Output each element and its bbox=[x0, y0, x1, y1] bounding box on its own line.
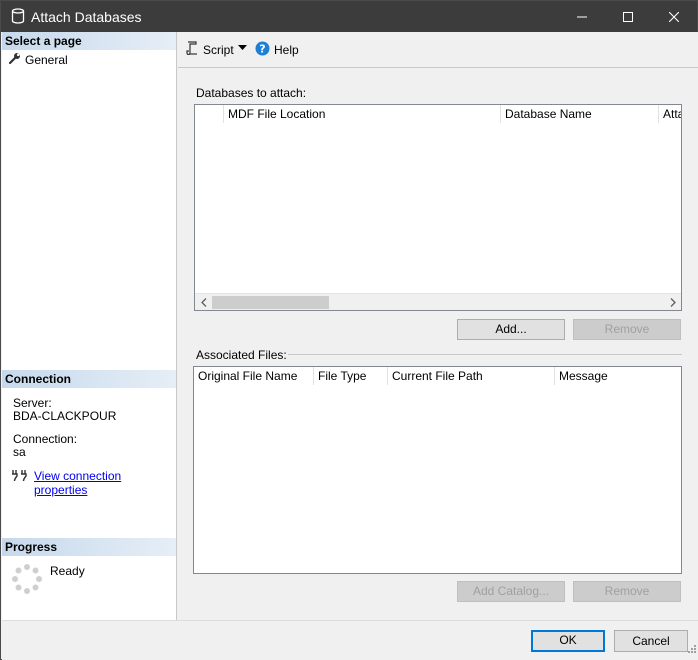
connection-value: sa bbox=[13, 445, 26, 459]
window-title: Attach Databases bbox=[31, 9, 142, 25]
title-bar[interactable]: Attach Databases bbox=[1, 1, 697, 32]
select-page-header: Select a page bbox=[2, 32, 176, 50]
page-item-label: General bbox=[25, 53, 68, 67]
scroll-left-icon[interactable] bbox=[195, 294, 212, 311]
add-database-button[interactable]: Add... bbox=[457, 319, 565, 340]
scroll-thumb[interactable] bbox=[212, 296, 329, 309]
ok-button[interactable]: OK bbox=[531, 630, 605, 652]
chevron-down-icon bbox=[238, 45, 247, 50]
progress-header: Progress bbox=[2, 538, 176, 556]
column-header-attach-as[interactable]: Atta bbox=[659, 105, 681, 123]
left-pane: Select a page General Connection Server:… bbox=[2, 32, 177, 620]
minimize-button[interactable] bbox=[559, 1, 605, 32]
view-connection-properties-link[interactable]: View connection properties bbox=[34, 469, 176, 497]
help-icon: ? bbox=[255, 41, 270, 59]
group-divider bbox=[288, 354, 682, 355]
column-header-message[interactable]: Message bbox=[555, 367, 681, 385]
column-header-file-type[interactable]: File Type bbox=[314, 367, 388, 385]
connection-header: Connection bbox=[2, 370, 176, 388]
associated-files-label: Associated Files: bbox=[196, 348, 287, 362]
close-icon bbox=[669, 11, 679, 22]
connection-label: Connection: bbox=[13, 432, 78, 446]
server-value: BDA-CLACKPOUR bbox=[13, 409, 117, 423]
add-catalog-button[interactable]: Add Catalog... bbox=[457, 581, 565, 602]
svg-text:?: ? bbox=[259, 43, 265, 56]
dialog-button-bar: OK Cancel bbox=[2, 620, 698, 660]
resize-grip-icon[interactable] bbox=[686, 644, 696, 658]
column-header-database-name[interactable]: Database Name bbox=[501, 105, 659, 123]
progress-status: Ready bbox=[50, 564, 85, 578]
page-item-general[interactable]: General bbox=[8, 52, 68, 68]
scroll-right-icon[interactable] bbox=[664, 294, 681, 311]
remove-file-button[interactable]: Remove bbox=[573, 581, 681, 602]
server-label: Server: bbox=[13, 396, 52, 410]
plug-icon bbox=[11, 468, 27, 485]
toolbar: Script ? Help bbox=[178, 32, 698, 68]
script-button[interactable]: Script bbox=[185, 41, 234, 58]
cancel-button[interactable]: Cancel bbox=[614, 630, 688, 652]
column-header-select[interactable] bbox=[195, 105, 224, 123]
script-dropdown[interactable] bbox=[238, 45, 247, 50]
wrench-icon bbox=[8, 52, 21, 68]
databases-list[interactable]: MDF File Location Database Name Atta bbox=[194, 104, 682, 311]
column-header-current-file-path[interactable]: Current File Path bbox=[388, 367, 555, 385]
remove-database-button[interactable]: Remove bbox=[573, 319, 681, 340]
script-icon bbox=[185, 41, 199, 58]
databases-horizontal-scrollbar[interactable] bbox=[195, 293, 681, 310]
column-header-original-file-name[interactable]: Original File Name bbox=[194, 367, 314, 385]
right-pane: Script ? Help Databases to attach: MDF F… bbox=[178, 32, 698, 620]
help-label: Help bbox=[274, 43, 299, 57]
database-icon bbox=[11, 8, 25, 27]
close-button[interactable] bbox=[651, 1, 697, 32]
column-header-mdf-location[interactable]: MDF File Location bbox=[224, 105, 501, 123]
minimize-icon bbox=[577, 16, 587, 17]
maximize-icon bbox=[623, 11, 633, 22]
script-label: Script bbox=[203, 42, 234, 57]
help-button[interactable]: ? Help bbox=[255, 41, 299, 59]
progress-spinner-icon bbox=[11, 563, 43, 598]
databases-to-attach-label: Databases to attach: bbox=[196, 86, 307, 100]
attach-databases-dialog: Attach Databases Select a page General C… bbox=[0, 0, 698, 660]
associated-files-list[interactable]: Original File Name File Type Current Fil… bbox=[193, 366, 682, 574]
maximize-button[interactable] bbox=[605, 1, 651, 32]
